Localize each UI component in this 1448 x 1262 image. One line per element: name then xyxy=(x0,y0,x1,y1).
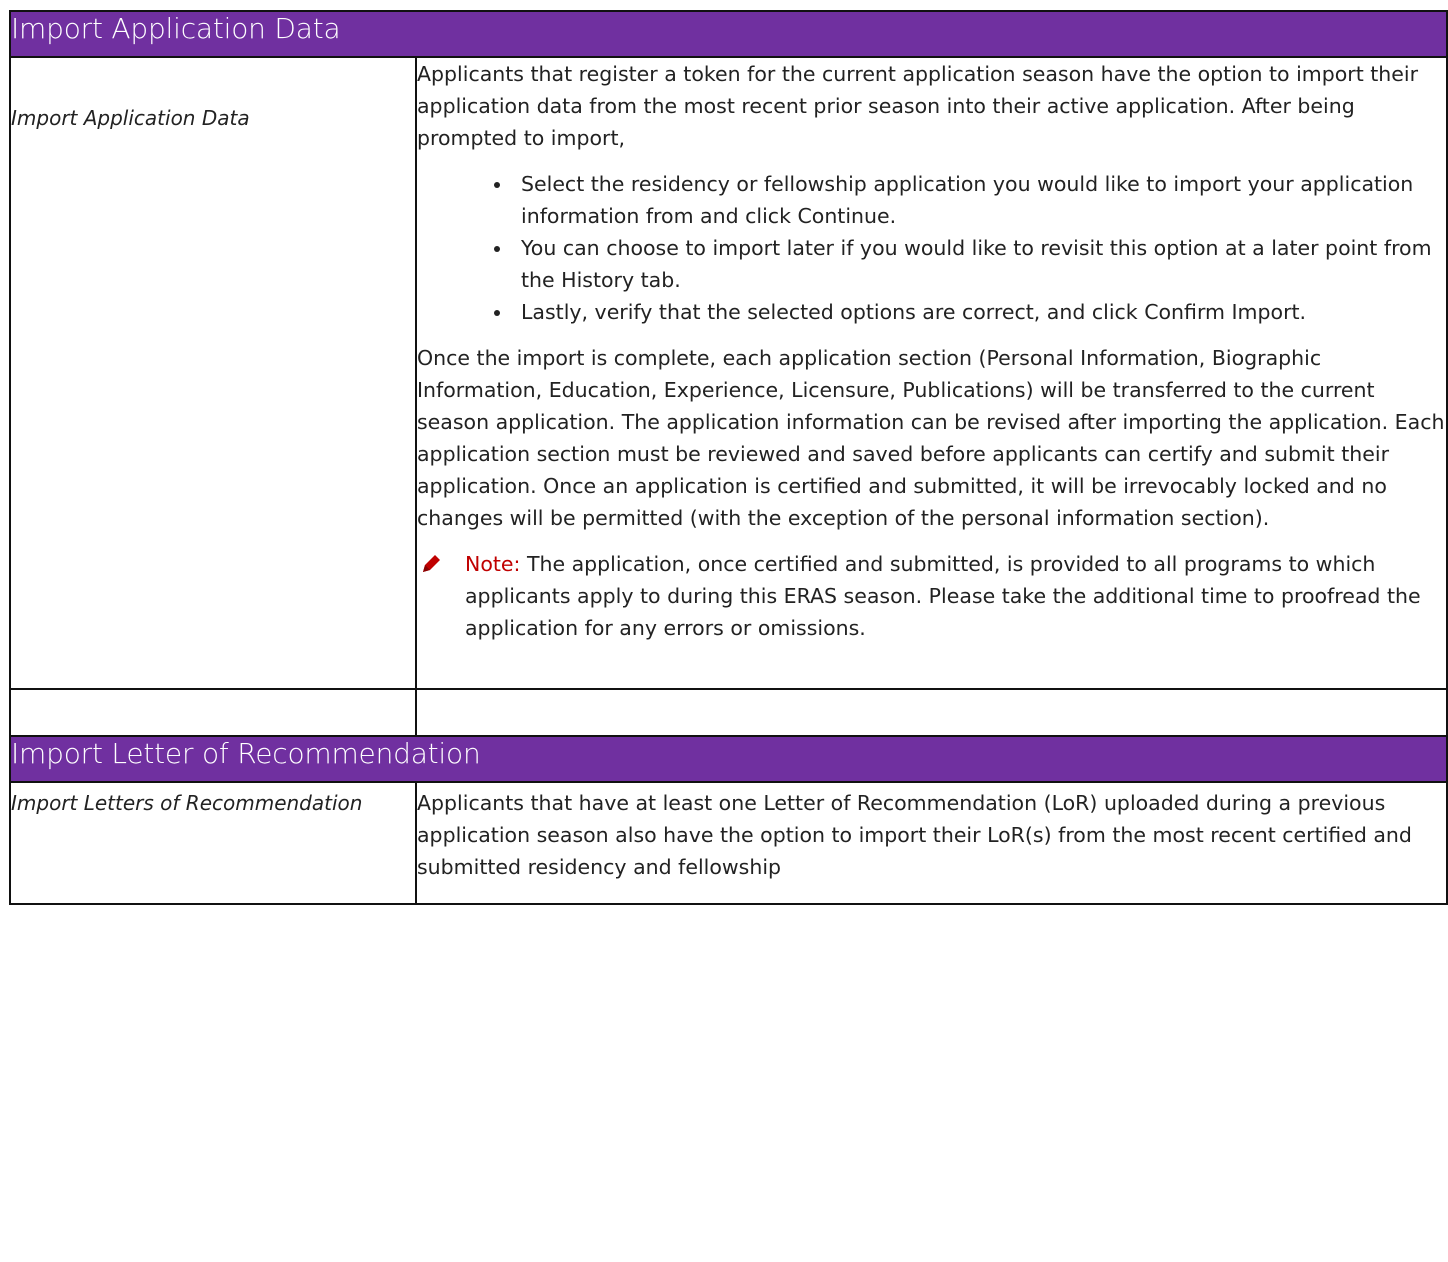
note-block: Note: The application, once certified an… xyxy=(417,548,1446,644)
content-row-import-application-data: Import Application Data Applicants that … xyxy=(9,56,1448,690)
row-label-import-application-data: Import Application Data xyxy=(11,106,250,130)
row-content-cell: Applicants that register a token for the… xyxy=(415,56,1448,690)
section-header-row: Import Application Data xyxy=(9,10,1448,58)
list-item: Select the residency or fellowship appli… xyxy=(513,168,1446,232)
steps-list: Select the residency or fellowship appli… xyxy=(417,168,1446,328)
empty-spacer-row xyxy=(9,688,1448,737)
content-row-import-letters: Import Letters of Recommendation Applica… xyxy=(9,781,1448,905)
letters-paragraph: Applicants that have at least one Letter… xyxy=(417,791,1412,879)
instructions-table: Import Application Data Import Applicati… xyxy=(9,10,1448,905)
row-label-import-letters: Import Letters of Recommendation xyxy=(11,791,363,815)
section-header-row: Import Letter of Recommendation xyxy=(9,735,1448,783)
empty-cell xyxy=(415,688,1448,737)
intro-paragraph: Applicants that register a token for the… xyxy=(417,62,1419,150)
list-item: You can choose to import later if you wo… xyxy=(513,232,1446,296)
import-complete-paragraph: Once the import is complete, each applic… xyxy=(417,346,1445,530)
note-text: The application, once certified and subm… xyxy=(465,552,1421,640)
row-label-cell: Import Application Data xyxy=(9,56,417,690)
list-item: Lastly, verify that the selected options… xyxy=(513,296,1446,328)
document-page: Import Application Data Import Applicati… xyxy=(0,0,1448,1262)
pencil-icon xyxy=(423,555,440,572)
note-label: Note: xyxy=(465,552,521,576)
empty-cell xyxy=(9,688,417,737)
section-header-import-letter-of-recommendation: Import Letter of Recommendation xyxy=(9,735,1448,783)
row-content-cell: Applicants that have at least one Letter… xyxy=(415,781,1448,905)
section-header-import-application-data: Import Application Data xyxy=(9,10,1448,58)
row-label-cell: Import Letters of Recommendation xyxy=(9,781,417,905)
